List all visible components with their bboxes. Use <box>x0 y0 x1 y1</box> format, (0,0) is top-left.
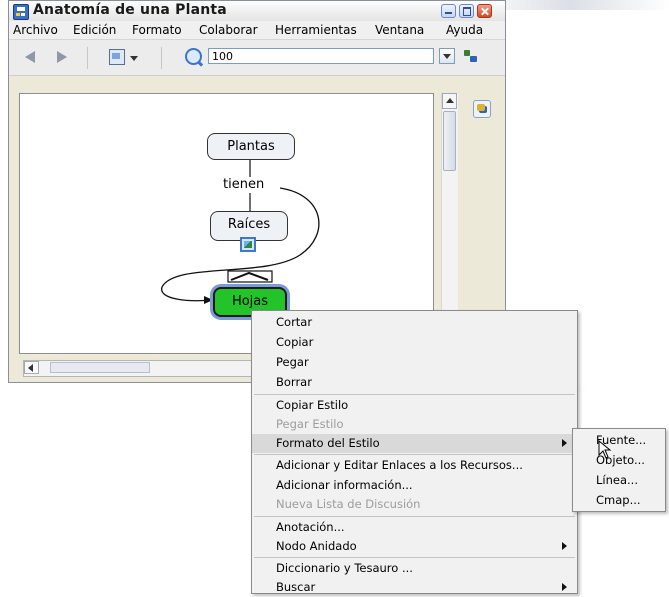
menu-item-nueva-lista-discusion: Nueva Lista de Discusión <box>276 497 421 511</box>
node-plantas[interactable]: Plantas <box>207 133 295 160</box>
image-resource-icon[interactable] <box>240 237 256 252</box>
menu-separator <box>254 454 575 455</box>
menu-separator <box>254 557 575 558</box>
submenu-arrow-icon <box>562 542 567 550</box>
menu-item-buscar[interactable]: Buscar <box>252 578 577 597</box>
submenu-item-cmap[interactable]: Cmap... <box>573 491 665 510</box>
menu-item-adicionar-informacion[interactable]: Adicionar información... <box>252 476 577 495</box>
menu-item-pegar-estilo: Pegar Estilo <box>276 417 344 431</box>
menu-item-cortar[interactable]: Cortar <box>252 313 577 332</box>
menu-separator <box>254 516 575 517</box>
submenu-item-fuente[interactable]: Fuente... <box>573 431 665 450</box>
menu-item-label: Formato del Estilo <box>276 436 380 450</box>
menu-item-formato-del-estilo[interactable]: Formato del Estilo <box>252 434 577 453</box>
mouse-pointer-icon <box>598 440 612 459</box>
submenu-arrow-icon <box>562 583 567 591</box>
menu-item-label: Nodo Anidado <box>276 539 357 553</box>
menu-item-pegar[interactable]: Pegar <box>252 353 577 372</box>
submenu-item-objeto[interactable]: Objeto... <box>573 451 665 470</box>
context-menu: Cortar Copiar Pegar Borrar Copiar Estilo… <box>251 310 578 594</box>
menu-item-borrar[interactable]: Borrar <box>252 373 577 392</box>
menu-separator <box>254 394 575 395</box>
submenu-item-linea[interactable]: Línea... <box>573 471 665 490</box>
linking-phrase[interactable]: tienen <box>221 177 267 192</box>
menu-item-copiar[interactable]: Copiar <box>252 333 577 352</box>
menu-item-copiar-estilo[interactable]: Copiar Estilo <box>252 396 577 415</box>
format-submenu: Fuente... Objeto... Línea... Cmap... <box>572 428 666 512</box>
menu-item-adicionar-enlaces[interactable]: Adicionar y Editar Enlaces a los Recurso… <box>252 456 577 475</box>
menu-item-diccionario[interactable]: Diccionario y Tesauro ... <box>252 559 577 578</box>
menu-item-nodo-anidado[interactable]: Nodo Anidado <box>252 537 577 556</box>
submenu-arrow-icon <box>562 439 567 447</box>
menu-item-anotacion[interactable]: Anotación... <box>252 518 577 537</box>
